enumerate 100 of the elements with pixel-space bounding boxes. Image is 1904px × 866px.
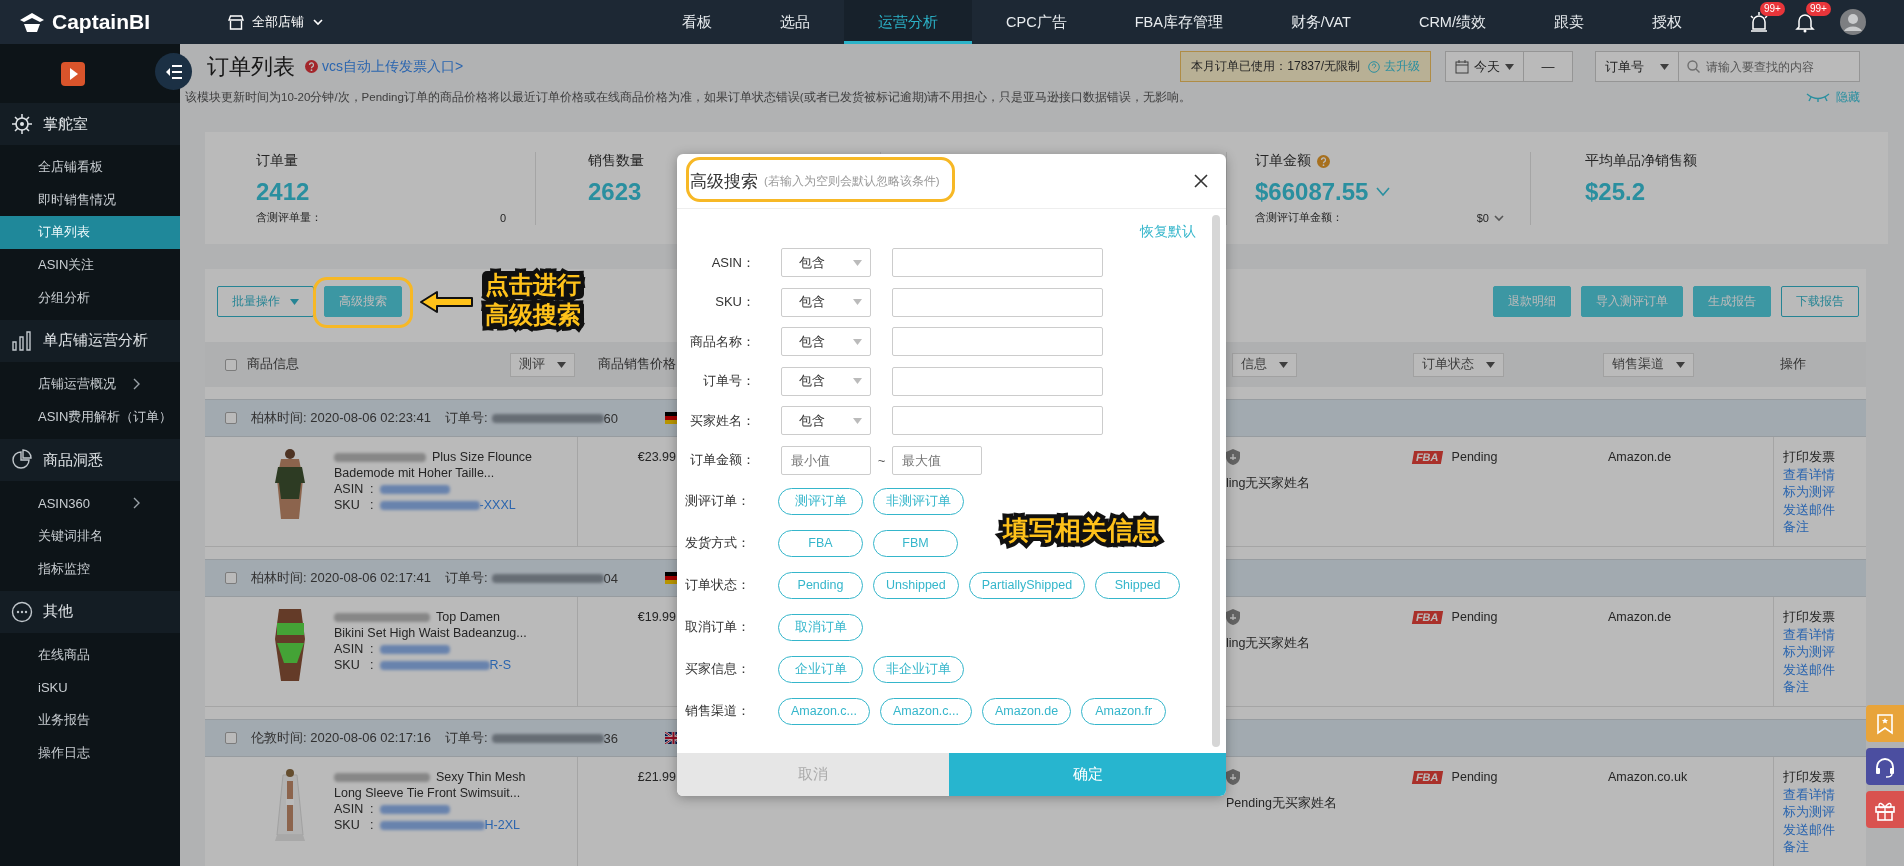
sidebar-item[interactable]: iSKU — [0, 671, 180, 705]
sidebar-section[interactable]: 掌舵室 — [43, 114, 88, 134]
action-link[interactable]: 备注 — [1783, 519, 1866, 537]
input-field[interactable] — [892, 287, 1103, 317]
checkbox[interactable] — [225, 358, 237, 371]
sidebar-item[interactable]: ASIN360 — [0, 487, 180, 520]
action-link[interactable]: 标为测评 — [1783, 484, 1866, 502]
bell-icon[interactable] — [1794, 11, 1816, 33]
field-label: 买家信息： — [685, 660, 751, 678]
sidebar-item[interactable]: 指标监控 — [0, 552, 180, 585]
checkbox[interactable] — [225, 412, 237, 424]
action-link[interactable]: 标为测评 — [1783, 804, 1866, 822]
nav-tab[interactable]: 选品 — [746, 0, 844, 44]
order-status: Pending — [1451, 449, 1498, 465]
action-link[interactable]: 发送邮件 — [1783, 661, 1866, 680]
checkbox[interactable] — [225, 732, 237, 744]
avatar[interactable] — [1840, 9, 1866, 35]
range-separator: ~ — [876, 452, 887, 468]
action-link[interactable]: 查看详情 — [1783, 466, 1866, 485]
play-icon[interactable] — [61, 61, 85, 86]
input-field[interactable]: 最大值 — [892, 445, 982, 475]
sidebar-item[interactable]: 店铺运营概况 — [0, 367, 180, 401]
nav-tab[interactable]: 运营分析 — [844, 0, 972, 44]
action-link[interactable]: 打印发票 — [1783, 609, 1866, 627]
filter-dropdown[interactable]: 订单状态 — [1413, 352, 1504, 377]
dialog-hint: (若输入为空则会默认忽略该条件) — [764, 173, 940, 189]
filter-dropdown[interactable]: 销售渠道 — [1603, 352, 1694, 377]
product-title: Top Damen — [436, 609, 500, 625]
notice-text: 该模块更新时间为10-20分钟/次，Pending订单的商品价格将以最近订单价格或在线商品价格为准，如果订单状态错误(或者已发货被标记逾期)请不用担心，只是亚马逊接口数据错误，无影响。 — [185, 89, 1192, 105]
sidebar-item[interactable]: 操作日志 — [0, 736, 180, 770]
stat-label: 订单金额 — [1255, 152, 1311, 170]
order-number: 60 — [603, 410, 619, 426]
action-link[interactable]: 查看详情 — [1783, 786, 1866, 805]
sidebar-item[interactable]: ASIN费用解析（订单） — [0, 400, 180, 434]
nav-tab[interactable]: 授权 — [1617, 0, 1716, 44]
headset-button[interactable] — [1866, 748, 1904, 785]
search-type-select[interactable]: 订单号 — [1595, 51, 1679, 82]
action-link[interactable]: 发送邮件 — [1783, 821, 1866, 840]
nav-tab[interactable]: 财务/VAT — [1256, 0, 1385, 44]
sidebar-section[interactable]: 商品洞悉 — [43, 450, 103, 470]
field-label: 订单金额： — [689, 451, 755, 470]
input-field[interactable] — [892, 327, 1103, 357]
order-time: 柏林时间: 2020-08-06 02:17:41 — [251, 569, 431, 587]
chevron-down-icon[interactable] — [1376, 187, 1391, 197]
sidebar-item[interactable]: 即时销售情况 — [0, 183, 180, 217]
caret-icon — [557, 361, 566, 368]
close-icon[interactable] — [1194, 174, 1208, 188]
nav-tab[interactable]: 跟卖 — [1519, 0, 1618, 44]
field-label: SKU： — [714, 293, 755, 312]
action-link[interactable]: 备注 — [1783, 839, 1866, 857]
nav-tab[interactable]: FBA库存管理 — [1100, 0, 1257, 44]
input-field[interactable] — [892, 406, 1103, 436]
sidebar-item[interactable]: 业务报告 — [0, 704, 180, 737]
fulfillment-badge: FBA — [1411, 611, 1443, 624]
action-link[interactable]: 发送邮件 — [1783, 501, 1866, 520]
input-field[interactable] — [892, 366, 1103, 396]
action-link[interactable]: 查看详情 — [1783, 626, 1866, 645]
calendar-icon — [1455, 59, 1469, 74]
caret-icon — [290, 298, 299, 305]
input-field[interactable] — [892, 248, 1103, 278]
sidebar-item[interactable]: 全店铺看板 — [0, 151, 180, 184]
arrow — [419, 290, 475, 314]
caret-icon — [1660, 63, 1669, 70]
dialog-title: 高级搜索 — [690, 170, 758, 193]
nav-tab[interactable]: CRM/绩效 — [1384, 0, 1520, 44]
action-link[interactable]: 备注 — [1783, 679, 1866, 697]
sidebar-section[interactable]: 其他 — [43, 602, 73, 622]
sidebar-item[interactable]: 在线商品 — [0, 638, 180, 672]
action-link[interactable]: 打印发票 — [1783, 769, 1866, 787]
bookmark-button[interactable] — [1866, 705, 1904, 742]
action-link[interactable]: 打印发票 — [1783, 449, 1866, 467]
sidebar-item[interactable]: 订单列表 — [0, 216, 180, 249]
range-button[interactable]: — — [1523, 51, 1573, 82]
order-time: 伦敦时间: 2020-08-06 02:17:16 — [251, 729, 431, 747]
caret-icon — [1676, 361, 1685, 368]
scrollbar[interactable] — [1212, 215, 1220, 747]
product-title: Bikini Set High Waist Badeanzug... — [334, 625, 527, 641]
gift-button[interactable] — [1866, 791, 1904, 828]
alarm-icon[interactable] — [1748, 11, 1770, 33]
search-field[interactable]: 请输入要查找的内容 — [1679, 51, 1860, 82]
sidebar-item[interactable]: 关键词排名 — [0, 519, 180, 553]
action-link[interactable]: 标为测评 — [1783, 644, 1866, 662]
sidebar-item[interactable]: ASIN关注 — [0, 248, 180, 282]
match-select[interactable]: 包含 — [781, 248, 871, 278]
field-label: 订单号： — [702, 372, 755, 391]
match-select[interactable]: 包含 — [781, 406, 871, 436]
match-select[interactable]: 包含 — [781, 366, 871, 396]
match-select[interactable]: 包含 — [781, 327, 871, 357]
date-selector[interactable]: 今天 — [1445, 51, 1524, 82]
input-field[interactable]: 最小值 — [781, 445, 871, 475]
nav-tab[interactable]: 看板 — [648, 0, 746, 44]
column-header: 操作 — [1780, 356, 1806, 373]
checkbox[interactable] — [225, 572, 237, 584]
stat-label: 订单量 — [256, 152, 298, 170]
filter-dropdown[interactable]: 信息 — [1232, 352, 1297, 377]
nav-tab[interactable]: CPC广告 — [972, 0, 1101, 44]
match-select[interactable]: 包含 — [781, 287, 871, 317]
store-selector[interactable]: 全部店铺 — [252, 13, 304, 31]
sidebar-item[interactable]: 分组分析 — [0, 281, 180, 314]
filter-dropdown[interactable]: 测评 — [510, 352, 575, 377]
